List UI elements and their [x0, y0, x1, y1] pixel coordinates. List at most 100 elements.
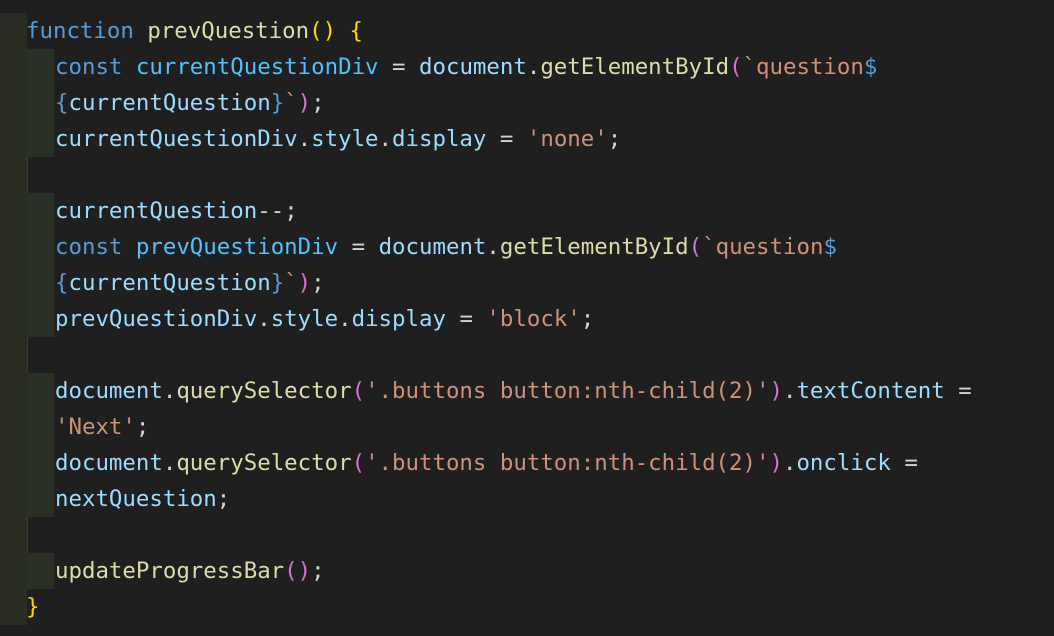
indent-guide	[27, 373, 54, 409]
paren: )	[769, 378, 783, 404]
indent-guide	[0, 229, 27, 265]
dot: .	[162, 450, 177, 476]
indent-guide	[0, 553, 27, 589]
property: display	[351, 306, 446, 332]
object: document	[419, 54, 527, 80]
indent-guide	[27, 49, 54, 85]
brace: }	[26, 594, 40, 620]
code-line-9: prevQuestionDiv.style.display = 'block';	[0, 301, 1054, 337]
paren: )	[297, 90, 312, 116]
paren: (	[351, 450, 366, 476]
code-line-3: {currentQuestion}`);	[0, 85, 1054, 121]
indent-guide	[27, 85, 54, 121]
semicolon: ;	[311, 558, 325, 584]
variable: currentQuestionDiv	[55, 126, 298, 152]
keyword: const	[55, 54, 123, 80]
function-call: updateProgressBar	[55, 558, 285, 584]
indent-guide	[27, 445, 54, 481]
dot: .	[486, 234, 500, 260]
indent-guide	[0, 85, 27, 121]
code-line-text: const currentQuestionDiv = document.getE…	[55, 49, 877, 85]
dot: .	[378, 126, 393, 152]
indent-guide	[27, 409, 54, 445]
property: style	[311, 126, 379, 152]
dot: .	[338, 306, 352, 332]
indent-guide	[27, 301, 54, 337]
code-line-text: function prevQuestion() {	[26, 13, 363, 49]
code-line-1: function prevQuestion() {	[0, 13, 1054, 49]
operator: =	[958, 378, 972, 404]
variable: currentQuestion	[68, 90, 271, 116]
code-line-14: nextQuestion;	[0, 481, 1054, 517]
dot: .	[782, 450, 797, 476]
string: `question	[742, 54, 864, 80]
dot: .	[782, 378, 797, 404]
indent-guide	[0, 481, 27, 517]
indent-guide	[0, 121, 27, 157]
template-open: {	[55, 270, 69, 296]
variable: nextQuestion	[55, 486, 217, 512]
semicolon: ;	[311, 270, 325, 296]
code-area[interactable]: function prevQuestion() { const currentQ…	[0, 13, 1054, 625]
object: document	[378, 234, 487, 260]
method: getElementById	[499, 234, 689, 260]
variable: currentQuestion	[55, 198, 258, 224]
variable: prevQuestionDiv	[135, 234, 339, 260]
code-line-text: const prevQuestionDiv = document.getElem…	[55, 229, 837, 265]
keyword: function	[26, 18, 134, 44]
backtick: `	[284, 270, 298, 296]
keyword: const	[55, 234, 123, 260]
paren: (	[351, 378, 366, 404]
dot: .	[257, 306, 271, 332]
semicolon: ;	[135, 414, 150, 440]
indent-guide	[27, 553, 54, 589]
operator: =	[351, 234, 366, 260]
indent-guide	[27, 265, 54, 301]
code-line-text: {currentQuestion}`);	[55, 85, 325, 121]
object: document	[55, 450, 163, 476]
code-line-7: const prevQuestionDiv = document.getElem…	[0, 229, 1054, 265]
semicolon: ;	[216, 486, 231, 512]
code-line-text: }	[26, 589, 39, 625]
paren: ()	[284, 558, 312, 584]
template-close: }	[270, 90, 285, 116]
code-line-16: updateProgressBar();	[0, 553, 1054, 589]
string: 'none'	[526, 126, 608, 152]
property: onclick	[796, 450, 891, 476]
code-line-text: currentQuestion--;	[55, 193, 298, 229]
operator: =	[392, 54, 406, 80]
indent-guide	[0, 517, 27, 553]
template-dollar: $	[863, 54, 878, 80]
indent-guide	[0, 265, 27, 301]
string: '.buttons button:nth-child(2)'	[365, 378, 770, 404]
code-line-text: document.querySelector('.buttons button:…	[55, 373, 972, 409]
indent-guide	[0, 49, 27, 85]
variable: currentQuestionDiv	[135, 54, 379, 80]
code-editor[interactable]: function prevQuestion() { const currentQ…	[0, 0, 1054, 636]
indent-guide	[27, 157, 28, 193]
code-line-text: document.querySelector('.buttons button:…	[55, 445, 918, 481]
code-line-2: const currentQuestionDiv = document.getE…	[0, 49, 1054, 85]
backtick: `	[284, 90, 298, 116]
dot: .	[526, 54, 541, 80]
code-line-6: currentQuestion--;	[0, 193, 1054, 229]
operator: =	[904, 450, 918, 476]
indent-guide	[27, 121, 54, 157]
indent-guide	[0, 409, 27, 445]
code-line-text: currentQuestionDiv.style.display = 'none…	[55, 121, 621, 157]
code-line-text: updateProgressBar();	[55, 553, 325, 589]
string: '.buttons button:nth-child(2)'	[365, 450, 770, 476]
indent-guide	[27, 229, 54, 265]
template-open: {	[55, 90, 69, 116]
code-line-17: }	[0, 589, 1054, 625]
property: textContent	[796, 378, 945, 404]
indent-guide	[0, 373, 27, 409]
indent-guide	[0, 193, 27, 229]
brace: {	[349, 18, 364, 44]
string: `question	[702, 234, 824, 260]
string: 'Next'	[55, 414, 136, 440]
template-dollar: $	[823, 234, 837, 260]
paren: )	[297, 270, 312, 296]
string: 'block'	[486, 306, 581, 332]
operator: =	[459, 306, 473, 332]
